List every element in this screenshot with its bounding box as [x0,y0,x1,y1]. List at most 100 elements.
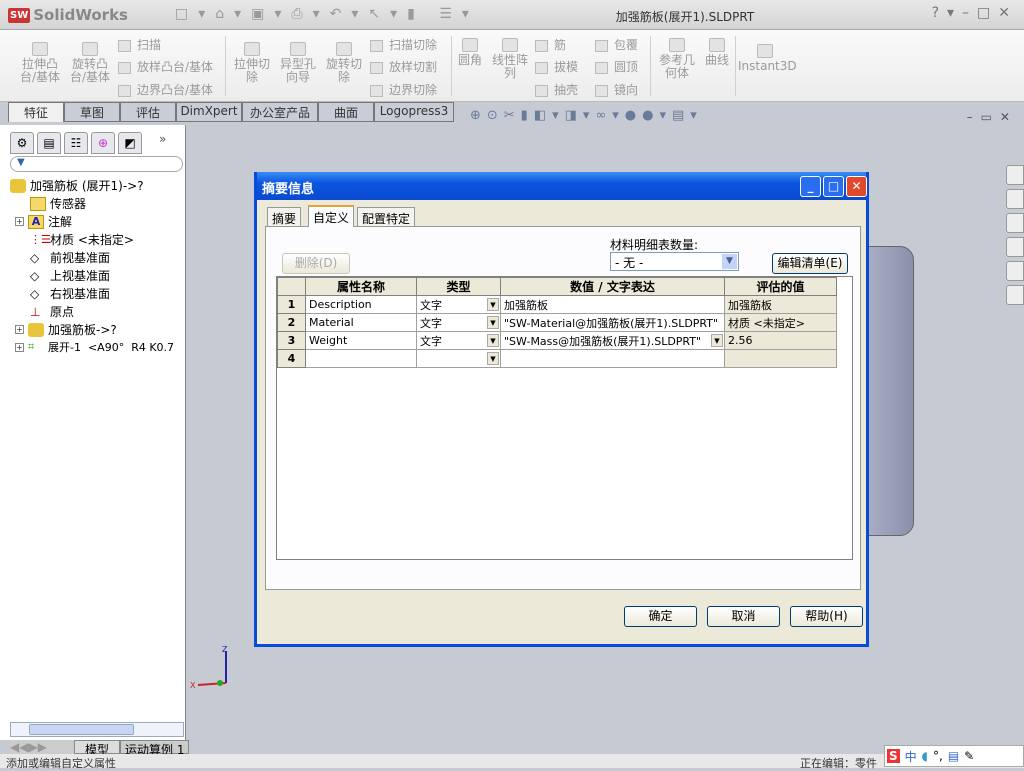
type-cell[interactable]: 文字 ▼ [416,313,501,332]
appearances-icon[interactable] [1006,261,1024,281]
cancel-button[interactable]: 取消 [707,606,780,627]
keyboard-icon[interactable]: ▤ [948,749,959,763]
revolve-boss-button[interactable]: 旋转凸 台/基体 [68,42,112,84]
configuration-manager-tab[interactable]: ☷ [64,132,88,154]
reference-geometry-button[interactable]: 参考几 何体 [655,38,699,80]
maximize-button[interactable]: □ [823,176,844,197]
property-manager-tab[interactable]: ▤ [37,132,61,154]
solidworks-logo[interactable]: SW SolidWorks [8,4,133,26]
edit-list-button[interactable]: 编辑清单(E) [772,253,848,274]
value-cell[interactable]: 加强筋板 [500,295,725,314]
type-cell[interactable]: 文字 ▼ [416,331,501,350]
tree-filter-input[interactable]: ▼ [10,156,183,172]
quick-access-toolbar[interactable]: □▾⌂▾▣▾⎙▾↶▾↖▾▮ ☰▾ [175,6,479,22]
more-tabs-icon[interactable]: » [159,132,166,154]
design-library-icon[interactable] [1006,189,1024,209]
tree-item-top-plane[interactable]: ◇ 上视基准面 [30,267,110,284]
tree-item-annotations[interactable]: + A 注解 [15,213,72,230]
dropdown-arrow-icon[interactable]: ▼ [487,316,499,329]
bom-quantity-select[interactable]: - 无 - ▼ [610,252,739,271]
tab-sketch[interactable]: 草图 [64,102,120,122]
extrude-boss-button[interactable]: 拉伸凸 台/基体 [18,42,62,84]
delete-button[interactable]: 删除(D) [282,253,350,274]
punctuation-icon[interactable]: ◖ [922,749,928,763]
ok-button[interactable]: 确定 [624,606,697,627]
feature-manager-tab[interactable]: ⚙ [10,132,34,154]
tab-surfaces[interactable]: 曲面 [318,102,374,122]
tab-configuration-specific[interactable]: 配置特定 [357,207,416,226]
tree-item-origin[interactable]: ⊥ 原点 [30,303,74,320]
property-name-cell[interactable] [305,349,417,368]
tab-custom[interactable]: 自定义 [308,205,355,227]
draft-button[interactable]: 拔模 [535,58,578,75]
dome-button[interactable]: 圆顶 [595,58,638,75]
loft-cut-button[interactable]: 放样切割 [370,58,437,75]
heads-up-view-toolbar[interactable]: ⊕⊙✂▮◧▾◨▾∞▾●●▾▤▾ [470,108,703,123]
dialog-title-bar[interactable]: 摘要信息 _ □ ✕ [257,172,867,200]
boundary-boss-button[interactable]: 边界凸台/基体 [118,81,213,98]
wrap-button[interactable]: 包覆 [595,36,638,53]
tab-summary[interactable]: 摘要 [267,207,302,226]
tab-features[interactable]: 特征 [8,102,64,122]
dropdown-arrow-icon[interactable]: ▼ [487,352,499,365]
property-name-cell[interactable]: Material [305,313,417,332]
dropdown-arrow-icon[interactable]: ▼ [711,334,723,347]
revolve-cut-button[interactable]: 旋转切 除 [322,42,366,84]
hole-wizard-button[interactable]: 异型孔 向导 [276,42,320,84]
tree-item-front-plane[interactable]: ◇ 前视基准面 [30,249,110,266]
tab-motion-study[interactable]: 运动算例 1 [120,740,190,757]
home-icon[interactable] [1006,165,1024,185]
property-name-cell[interactable]: Description [305,295,417,314]
tree-item-sensors[interactable]: 传感器 [30,195,86,212]
window-controls[interactable]: ?▾–□✕ [932,5,1018,21]
file-explorer-icon[interactable] [1006,213,1024,233]
type-cell[interactable]: 文字 ▼ [416,295,501,314]
tab-logopress3[interactable]: Logopress3 [374,102,454,122]
view-palette-icon[interactable] [1006,237,1024,257]
custom-properties-icon[interactable] [1006,285,1024,305]
display-manager-tab[interactable]: ◩ [118,132,142,154]
sweep-button[interactable]: 扫描 [118,36,161,53]
shell-button[interactable]: 抽壳 [535,81,578,98]
panel-horizontal-scrollbar[interactable] [10,722,184,737]
extrude-cut-button[interactable]: 拉伸切 除 [230,42,274,84]
expand-icon[interactable]: + [15,325,24,334]
ime-mode[interactable]: 中 [905,748,917,765]
tree-item-flatten[interactable]: + ⌗ 展开-1 <A90° R4 K0.7 [15,339,174,355]
tree-item-material[interactable]: ⋮☰ 材质 <未指定> [30,231,134,248]
boundary-cut-button[interactable]: 边界切除 [370,81,437,98]
minimize-button[interactable]: _ [800,176,821,197]
dropdown-arrow-icon[interactable]: ▼ [487,334,499,347]
tab-model[interactable]: 模型 [74,740,121,757]
tab-office-products[interactable]: 办公室产品 [242,102,318,122]
tree-item-right-plane[interactable]: ◇ 右视基准面 [30,285,110,302]
chevron-down-icon[interactable]: ▼ [722,254,737,269]
value-cell[interactable]: "SW-Mass@加强筋板(展开1).SLDPRT" ▼ [500,331,725,350]
instant3d-button[interactable]: Instant3D [738,44,797,73]
part-model-viewport[interactable] [868,246,914,536]
sweep-cut-button[interactable]: 扫描切除 [370,36,437,53]
expand-icon[interactable]: + [15,217,24,226]
tab-evaluate[interactable]: 评估 [120,102,176,122]
curves-button[interactable]: 曲线 [702,38,732,67]
property-name-cell[interactable]: Weight [305,331,417,350]
document-window-controls[interactable]: –▭✕ [967,110,1018,124]
dropdown-arrow-icon[interactable]: ▼ [487,298,499,311]
tab-navigation-arrows[interactable]: ◀◀▶▶ [10,740,74,754]
type-cell[interactable]: ▼ [416,349,501,368]
tool-icon[interactable]: ✎ [964,749,974,763]
help-button[interactable]: 帮助(H) [790,606,863,627]
expand-icon[interactable]: + [15,342,24,352]
sogou-icon[interactable]: S [887,749,900,763]
loft-button[interactable]: 放样凸台/基体 [118,58,213,75]
tree-item-body[interactable]: + 加强筋板->? [15,321,117,338]
tab-dimxpert[interactable]: DimXpert [176,102,242,122]
ime-toolbar[interactable]: S 中 ◖ °, ▤ ✎ [884,745,1024,767]
close-button[interactable]: ✕ [846,176,867,197]
value-cell[interactable]: "SW-Material@加强筋板(展开1).SLDPRT" [500,313,725,332]
mirror-button[interactable]: 镜向 [595,81,638,98]
dimxpert-manager-tab[interactable]: ⊕ [91,132,115,154]
rib-button[interactable]: 筋 [535,36,566,53]
linear-pattern-button[interactable]: 线性阵 列 [488,38,532,80]
value-cell[interactable] [500,349,725,368]
